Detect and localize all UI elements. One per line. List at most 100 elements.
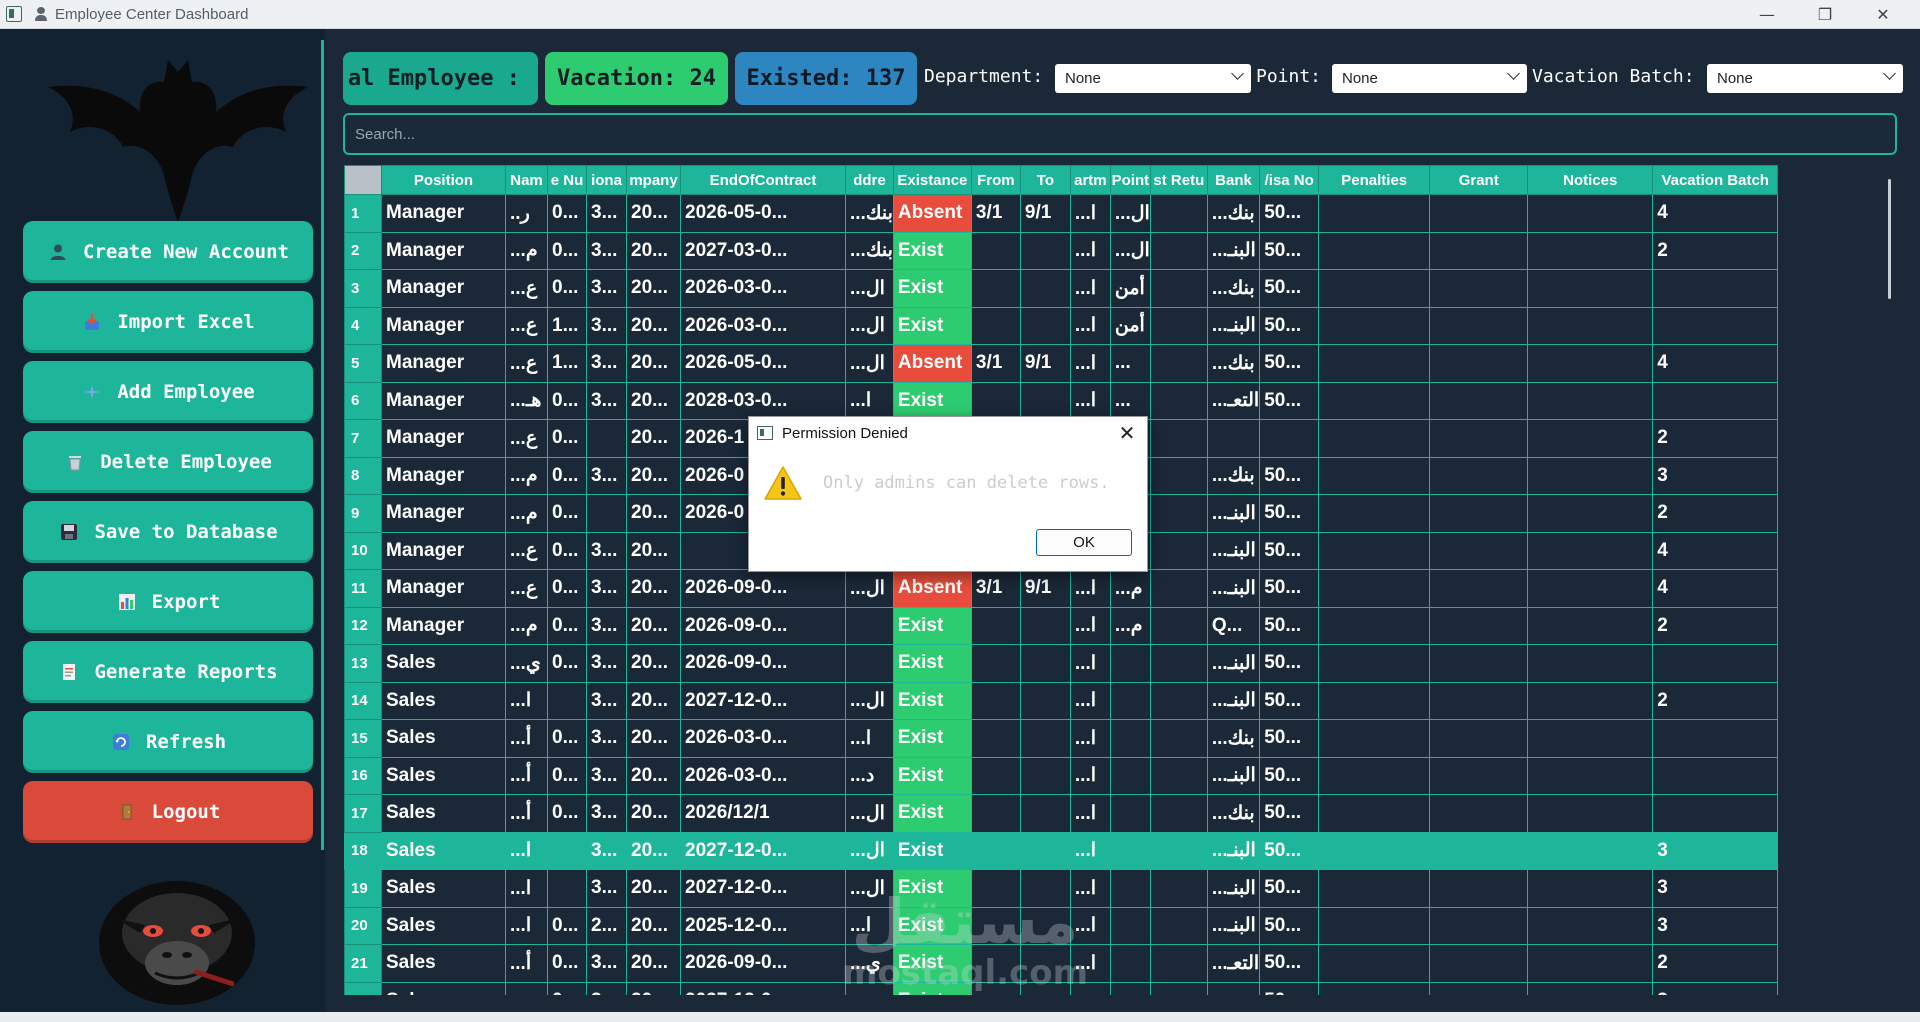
table-cell[interactable] [1527,981,1654,995]
table-cell[interactable]: 3/1 [970,344,1021,383]
table-cell[interactable]: ...ال [845,794,894,833]
table-cell[interactable] [1652,306,1779,345]
table-cell[interactable]: 20... [626,231,681,270]
table-cell[interactable]: ...ا [1069,719,1111,758]
refresh-button[interactable]: Refresh [23,711,313,773]
table-cell[interactable]: ...ا [1069,944,1111,983]
table-cell[interactable]: 9/1 [1019,569,1071,608]
row-number[interactable]: 8 [344,456,382,495]
table-cell[interactable]: 50... [1259,794,1320,833]
table-cell[interactable] [845,644,894,683]
table-cell[interactable]: Manager [381,531,506,570]
table-cell[interactable]: 1... [547,306,587,345]
table-cell[interactable]: 50... [1259,644,1320,683]
table-cell[interactable]: أمن [1109,306,1151,345]
table-cell[interactable]: 3... [586,344,627,383]
existance-cell[interactable]: Absent [892,344,972,383]
table-cell[interactable] [1109,681,1151,720]
table-cell[interactable]: ...ال [845,306,894,345]
table-cell[interactable]: 20... [626,569,681,608]
table-cell[interactable]: 3... [586,719,627,758]
table-cell[interactable] [1318,344,1431,383]
table-cell[interactable] [1149,906,1208,945]
existance-cell[interactable]: Exist [892,269,972,308]
table-cell[interactable] [1429,456,1529,495]
table-cell[interactable]: ...البنـ [1206,231,1261,270]
table-cell[interactable]: ...أ [505,944,548,983]
table-cell[interactable]: ...م [505,606,548,645]
table-cell[interactable]: 2 [1652,419,1779,458]
table-cell[interactable] [970,794,1021,833]
table-cell[interactable]: 2027-03-0... [680,231,846,270]
table-cell[interactable] [1318,906,1431,945]
table-cell[interactable]: 3... [586,381,627,420]
table-cell[interactable]: 20... [626,606,681,645]
table-cell[interactable]: 50... [1259,606,1320,645]
table-cell[interactable] [1318,606,1431,645]
table-cell[interactable] [1109,644,1151,683]
table-cell[interactable] [1109,719,1151,758]
table-cell[interactable] [1109,944,1151,983]
row-number[interactable]: 3 [344,269,382,308]
column-header[interactable]: /isa No [1259,165,1320,195]
table-cell[interactable]: ...ال [845,344,894,383]
dialog-close-button[interactable]: ✕ [1113,421,1141,445]
table-cell[interactable]: Manager [381,569,506,608]
table-cell[interactable]: 0... [547,606,587,645]
table-cell[interactable] [1149,569,1208,608]
table-cell[interactable]: ...التعـ [1206,944,1261,983]
table-cell[interactable]: ...ا [845,719,894,758]
column-header[interactable]: Existance [892,165,972,195]
row-number[interactable]: 19 [344,869,382,908]
table-cell[interactable]: Sales [381,681,506,720]
table-cell[interactable]: 0... [547,419,587,458]
table-cell[interactable]: ...ا [1069,194,1111,233]
table-cell[interactable]: ...م [505,494,548,533]
table-cell[interactable]: Manager [381,494,506,533]
table-cell[interactable]: 20... [626,869,681,908]
table-cell[interactable] [1652,794,1779,833]
table-cell[interactable]: ...ا [1069,794,1111,833]
table-cell[interactable] [970,681,1021,720]
table-cell[interactable]: Manager [381,344,506,383]
table-cell[interactable]: ...ال [845,831,894,870]
table-cell[interactable]: ...بنك [1206,794,1261,833]
table-row[interactable]: 12 Manager ...م 0... 3... 20... 2026-09-0... Ex… [344,606,1779,645]
table-cell[interactable] [1429,681,1529,720]
table-corner-header[interactable] [344,165,382,195]
table-cell[interactable]: 9/1 [1019,344,1071,383]
row-number[interactable]: 11 [344,569,382,608]
table-cell[interactable]: ... [505,981,548,995]
table-cell[interactable] [1149,869,1208,908]
table-cell[interactable] [1429,344,1529,383]
table-cell[interactable]: 50... [1259,906,1320,945]
table-cell[interactable]: Sales [381,869,506,908]
table-cell[interactable]: ...ع [505,419,548,458]
table-cell[interactable] [970,644,1021,683]
table-cell[interactable]: ...ا [1069,306,1111,345]
table-cell[interactable] [1149,681,1208,720]
table-cell[interactable]: ...ا [1069,381,1111,420]
row-number[interactable]: 5 [344,344,382,383]
table-cell[interactable] [1429,419,1529,458]
table-cell[interactable]: 50... [1259,456,1320,495]
table-cell[interactable]: ...أ [505,719,548,758]
table-cell[interactable]: 3... [586,981,627,995]
table-cell[interactable] [970,906,1021,945]
table-cell[interactable] [1527,831,1654,870]
table-cell[interactable]: 4 [1652,194,1779,233]
column-header[interactable]: st Retu [1149,165,1208,195]
table-cell[interactable]: ...البنـ [1206,306,1261,345]
existance-cell[interactable]: Exist [892,906,972,945]
table-cell[interactable]: ...بنك [1206,344,1261,383]
existance-cell[interactable]: Exist [892,944,972,983]
table-cell[interactable]: ...أ [505,794,548,833]
table-cell[interactable]: ... [845,981,894,995]
row-number[interactable]: 10 [344,531,382,570]
table-cell[interactable]: 20... [626,831,681,870]
row-number[interactable]: 14 [344,681,382,720]
column-header[interactable]: mpany [626,165,681,195]
table-cell[interactable] [1429,906,1529,945]
existance-cell[interactable]: Absent [892,569,972,608]
table-row[interactable]: 5 Manager ...ع 1... 3... 20... 2026-05-0......… [344,344,1779,383]
